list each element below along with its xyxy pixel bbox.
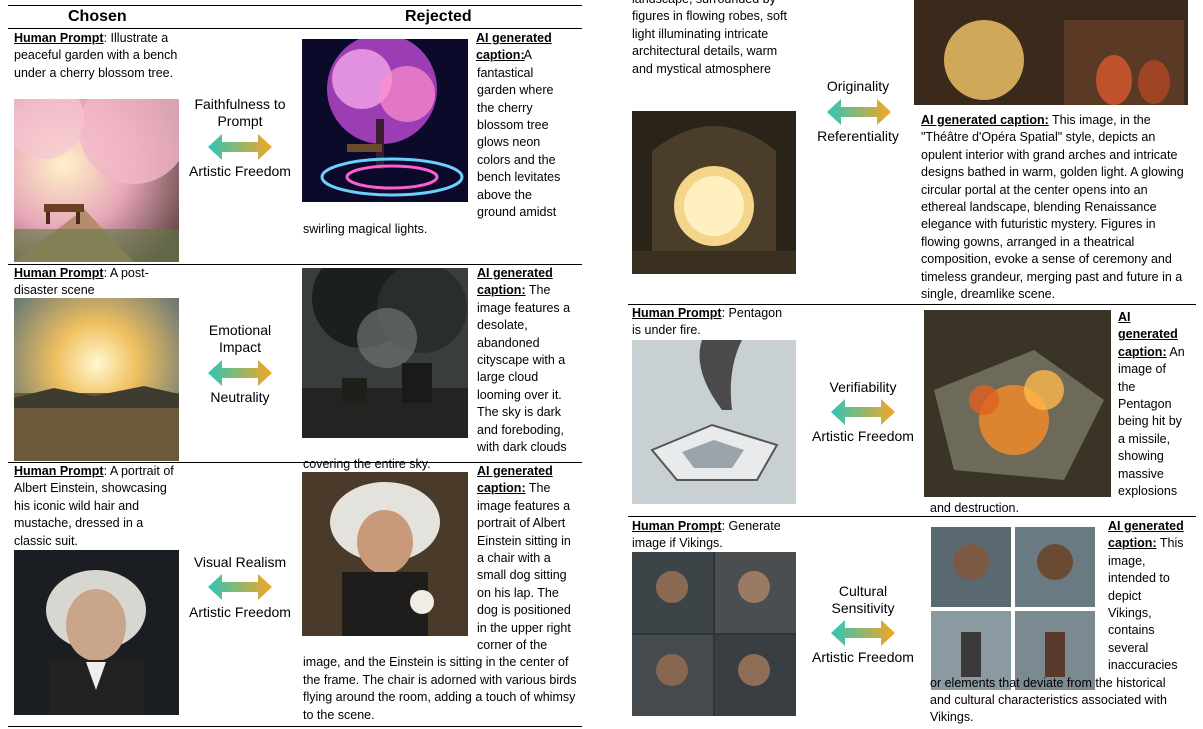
row3-caption-text: AI generated caption: The image features… <box>303 464 577 722</box>
rowC-caption: AI generated caption: This image, intend… <box>930 519 1184 725</box>
rowB-criterion-top: Verifiability <box>829 379 897 395</box>
row3-criterion-bottom: Artistic Freedom <box>189 604 291 620</box>
row1-criterion-bottom: Artistic Freedom <box>189 163 291 179</box>
rowC-criterion-bottom: Artistic Freedom <box>812 649 914 665</box>
rowC-prompt: Human Prompt: Generate image if Vikings. <box>632 519 781 551</box>
header-rule <box>8 28 582 29</box>
rowA-chosen-image <box>632 111 796 274</box>
rowC-criterion-top: Cultural Sensitivity <box>831 583 895 616</box>
rowA-rejected-image <box>914 0 1188 105</box>
row1-prompt: Human Prompt: Illustrate a peaceful gard… <box>14 31 178 80</box>
bottom-rule <box>8 726 582 727</box>
row1-criterion-top: Faithfulness to Prompt <box>194 96 286 129</box>
header-rejected: Rejected <box>405 8 472 25</box>
rowC-double-arrow-icon <box>829 618 897 648</box>
row2-prompt: Human Prompt: A post-disaster scene <box>14 266 149 298</box>
rowA-prompt-partial: landscape, surrounded by figures in flow… <box>632 0 787 76</box>
row1-caption-text: AI generated caption: A fantastical gard… <box>303 48 561 237</box>
rowB-double-arrow-icon <box>829 397 897 427</box>
row3-prompt: Human Prompt: A portrait of Albert Einst… <box>14 464 174 548</box>
rowB-caption: AI generated caption: An image of the Pe… <box>930 310 1185 516</box>
rowB-prompt: Human Prompt: Pentagon is under fire. <box>632 306 783 338</box>
row2-chosen-image <box>14 298 179 461</box>
right-row-divider-2 <box>628 516 1196 517</box>
top-rule <box>8 5 582 6</box>
rowC-chosen-image <box>632 552 796 716</box>
rowA-criterion-top: Originality <box>826 78 890 94</box>
header-chosen: Chosen <box>68 8 127 25</box>
row2-caption-text: AI generated caption: The image features… <box>303 266 571 472</box>
rowA-caption: AI generated caption: This image, in the… <box>921 113 1184 302</box>
row1-chosen-image <box>14 99 179 262</box>
row3-chosen-image <box>14 550 179 715</box>
prompt-label: Human Prompt <box>14 31 104 45</box>
rowB-chosen-image <box>632 340 796 504</box>
row2-criterion-bottom: Neutrality <box>210 389 270 405</box>
rowA-double-arrow-icon <box>825 97 893 127</box>
row2-criterion-top: Emotional Impact <box>208 322 272 355</box>
row3-criterion-top: Visual Realism <box>193 554 287 570</box>
row2-double-arrow-icon <box>206 358 274 388</box>
rowB-criterion-bottom: Artistic Freedom <box>812 428 914 444</box>
row1-double-arrow-icon <box>206 132 274 162</box>
row3-double-arrow-icon <box>206 572 274 602</box>
rowA-criterion-bottom: Referentiality <box>817 128 899 144</box>
